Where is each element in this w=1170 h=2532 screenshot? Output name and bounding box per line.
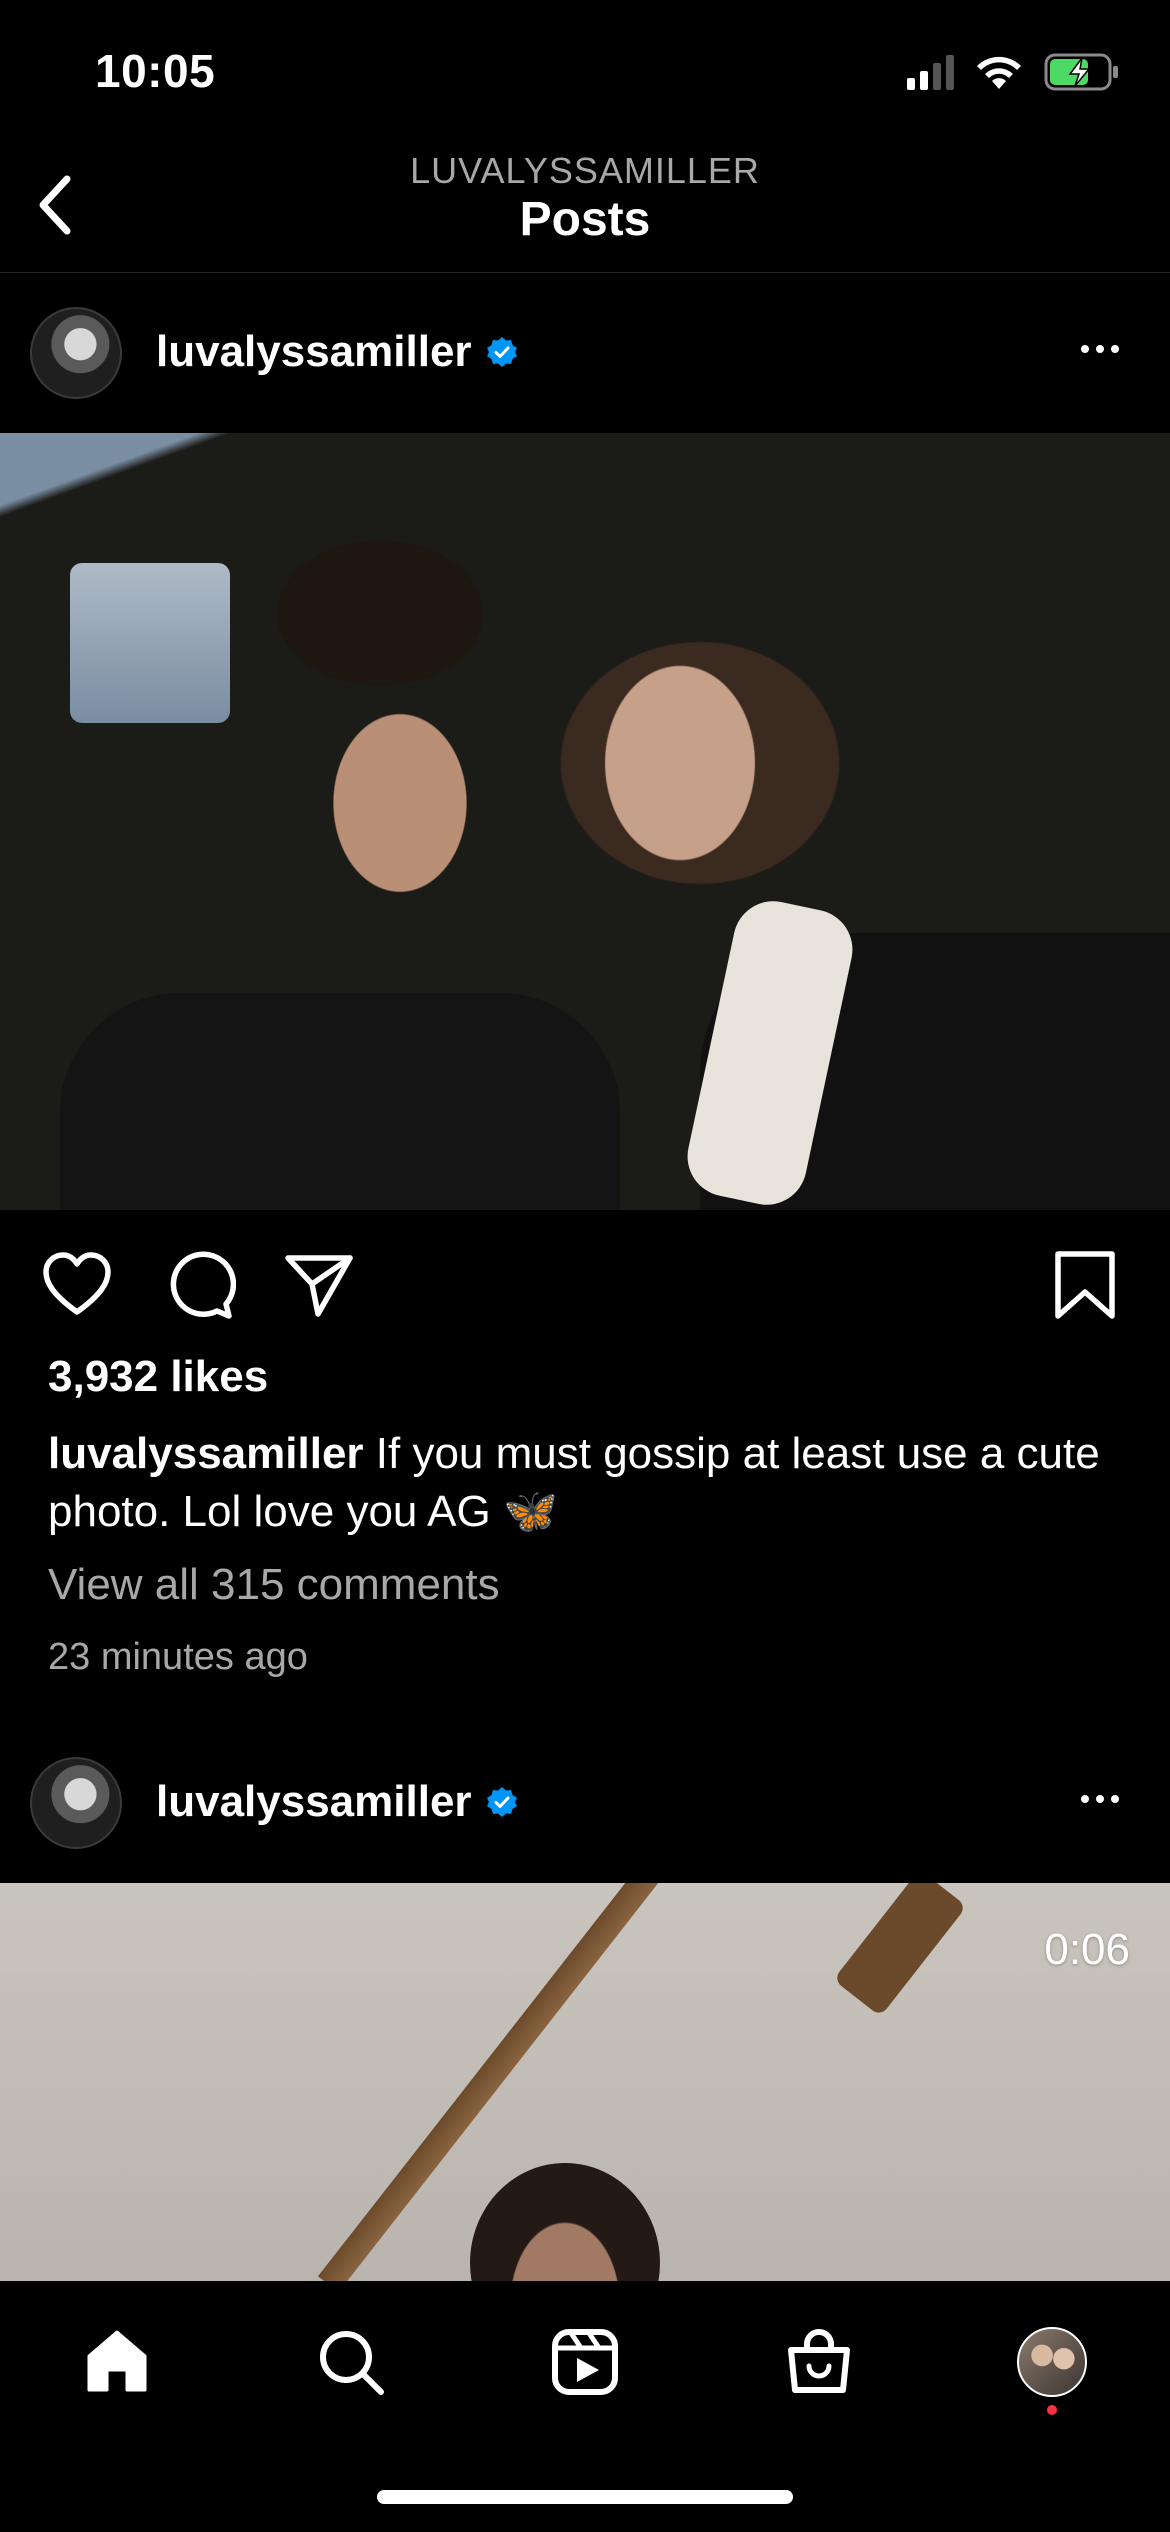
notification-dot [1047, 2405, 1057, 2415]
cellular-signal-icon [907, 54, 954, 90]
view-comments-link[interactable]: View all 315 comments [48, 1560, 500, 1610]
post-actions [0, 1210, 1170, 1360]
status-time: 10:05 [95, 45, 216, 97]
avatar[interactable] [30, 307, 122, 399]
profile-avatar [1017, 2327, 1087, 2397]
bookmark-icon[interactable] [1048, 1248, 1122, 1322]
verified-badge-icon [486, 1787, 517, 1817]
page-header: LUVALYSSAMILLER Posts [0, 150, 1170, 273]
reels-icon [552, 2329, 618, 2395]
username-row: luvalyssamiller [156, 327, 518, 377]
tab-reels[interactable] [540, 2317, 630, 2407]
tab-shop[interactable] [774, 2317, 864, 2407]
verified-badge-icon [486, 337, 517, 367]
post-video[interactable]: 0:06 [0, 1883, 1170, 2281]
comment-icon[interactable] [162, 1248, 236, 1322]
more-options-button[interactable] [1070, 1779, 1130, 1819]
send-icon[interactable] [282, 1248, 356, 1322]
wifi-icon [977, 56, 1021, 89]
more-options-button[interactable] [1070, 329, 1130, 369]
search-icon [320, 2331, 384, 2395]
heart-icon[interactable] [40, 1248, 114, 1322]
likes-count[interactable]: 3,932 likes [48, 1352, 268, 1402]
tab-search[interactable] [306, 2317, 396, 2407]
username-row: luvalyssamiller [156, 1777, 518, 1827]
caption-username[interactable]: luvalyssamiller [48, 1429, 364, 1478]
tab-home[interactable] [72, 2317, 162, 2407]
post-header: luvalyssamiller [0, 285, 1170, 415]
video-duration: 0:06 [1044, 1925, 1130, 1974]
home-icon [87, 2330, 147, 2392]
post-timestamp: 23 minutes ago [48, 1636, 308, 1678]
tab-profile[interactable] [1007, 2317, 1097, 2407]
status-icons [907, 50, 1120, 94]
page-title: Posts [519, 193, 651, 246]
shop-icon [788, 2329, 850, 2393]
post-caption: luvalyssamiller If you must gossip at le… [48, 1425, 1128, 1541]
home-indicator[interactable] [377, 2490, 793, 2504]
battery-charging-icon [1044, 53, 1118, 91]
post-header: luvalyssamiller [0, 1735, 1170, 1865]
account-name: LUVALYSSAMILLER [410, 150, 760, 191]
post-username[interactable]: luvalyssamiller [156, 1777, 472, 1827]
avatar[interactable] [30, 1757, 122, 1849]
status-bar: 10:05 [0, 0, 1170, 150]
post-image[interactable] [0, 433, 1170, 1210]
post-username[interactable]: luvalyssamiller [156, 327, 472, 377]
